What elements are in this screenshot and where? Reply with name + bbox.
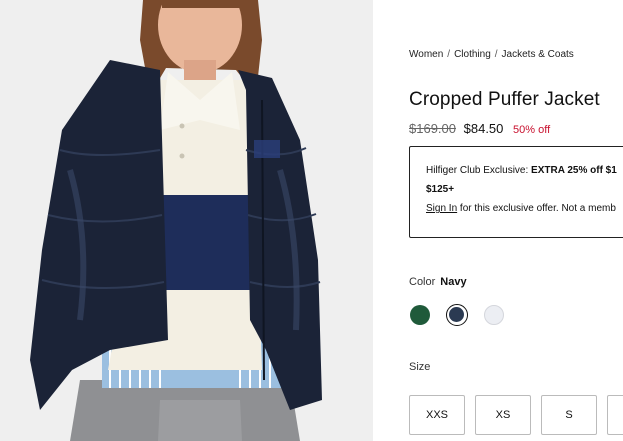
promo-signin-text: for this exclusive offer. Not a memb — [457, 203, 616, 214]
promo-box: Hilfiger Club Exclusive: EXTRA 25% off $… — [409, 146, 623, 238]
size-label: Size — [409, 361, 431, 373]
product-image[interactable] — [0, 0, 373, 441]
size-option-s[interactable]: S — [541, 395, 597, 435]
breadcrumb-women[interactable]: Women — [409, 49, 443, 60]
green-swatch-dot — [410, 305, 430, 325]
promo-prefix: Hilfiger Club Exclusive: — [426, 165, 532, 176]
selected-color-value: Navy — [440, 276, 467, 288]
sign-in-link[interactable]: Sign In — [426, 203, 457, 214]
size-option-xxs[interactable]: XXS — [409, 395, 465, 435]
promo-line-1: Hilfiger Club Exclusive: EXTRA 25% off $… — [426, 161, 623, 180]
white-swatch-dot — [484, 305, 504, 325]
product-photo-illustration — [0, 0, 373, 441]
promo-offer: EXTRA 25% off $1 — [531, 165, 617, 176]
discount-badge: 50% off — [513, 124, 551, 136]
product-title: Cropped Puffer Jacket — [409, 89, 600, 110]
breadcrumb-jackets-coats[interactable]: Jackets & Coats — [502, 49, 574, 60]
breadcrumb: Women / Clothing / Jackets & Coats — [409, 49, 574, 60]
breadcrumb-clothing[interactable]: Clothing — [454, 49, 491, 60]
breadcrumb-separator: / — [494, 49, 498, 60]
breadcrumb-separator: / — [447, 49, 451, 60]
navy-swatch-dot — [449, 307, 464, 322]
original-price: $169.00 — [409, 121, 456, 136]
promo-threshold: $125+ — [426, 184, 455, 195]
size-option-next[interactable] — [607, 395, 623, 435]
product-details-panel: Women / Clothing / Jackets & Coats Cropped P… — [373, 0, 623, 441]
sale-price: $84.50 — [463, 121, 504, 136]
color-label: Color — [409, 276, 436, 288]
color-swatch-white[interactable] — [483, 304, 505, 326]
color-label-row: Color Navy — [409, 276, 467, 288]
size-option-xs[interactable]: XS — [475, 395, 531, 435]
color-swatch-green[interactable] — [409, 304, 431, 326]
promo-line-2: $125+ — [426, 180, 623, 199]
color-swatch-navy[interactable] — [446, 304, 468, 326]
promo-line-3: Sign In for this exclusive offer. Not a … — [426, 199, 623, 218]
price-row: $169.00 $84.50 50% off — [409, 121, 550, 136]
